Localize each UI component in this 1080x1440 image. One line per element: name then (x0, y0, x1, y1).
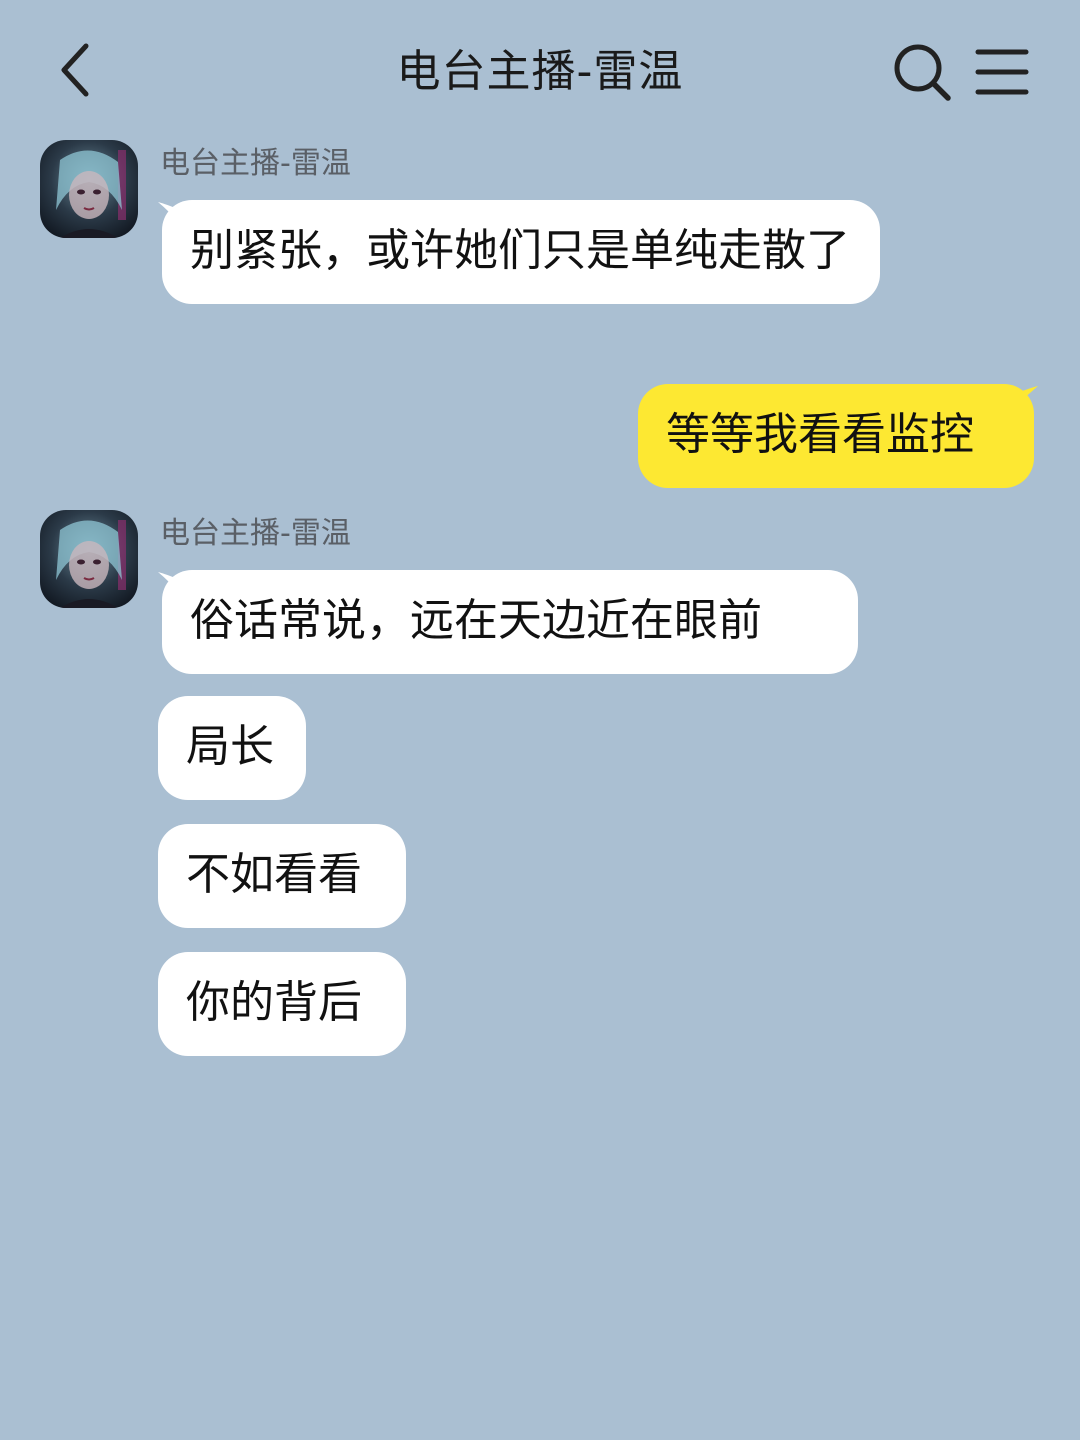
message-bubble[interactable]: 不如看看 (158, 824, 406, 928)
message-bubble[interactable]: 别紧张，或许她们只是单纯走散了 (162, 200, 880, 304)
message-bubble[interactable]: 俗话常说，远在天边近在眼前 (162, 570, 858, 674)
avatar[interactable] (40, 140, 138, 238)
sender-name: 电台主播-雷温 (160, 146, 351, 181)
chat-header: 电台主播-雷温 (0, 0, 1080, 140)
search-button[interactable] (886, 36, 958, 108)
menu-button[interactable] (966, 38, 1038, 106)
avatar[interactable] (40, 510, 138, 608)
sender-name: 电台主播-雷温 (160, 516, 351, 551)
message-bubble[interactable]: 你的背后 (158, 952, 406, 1056)
message-bubble[interactable]: 等等我看看监控 (638, 384, 1034, 488)
avatar-image (40, 510, 138, 608)
avatar-image (40, 140, 138, 238)
search-icon (894, 44, 951, 101)
hamburger-menu-icon (975, 49, 1029, 95)
message-bubble[interactable]: 局长 (158, 696, 306, 800)
